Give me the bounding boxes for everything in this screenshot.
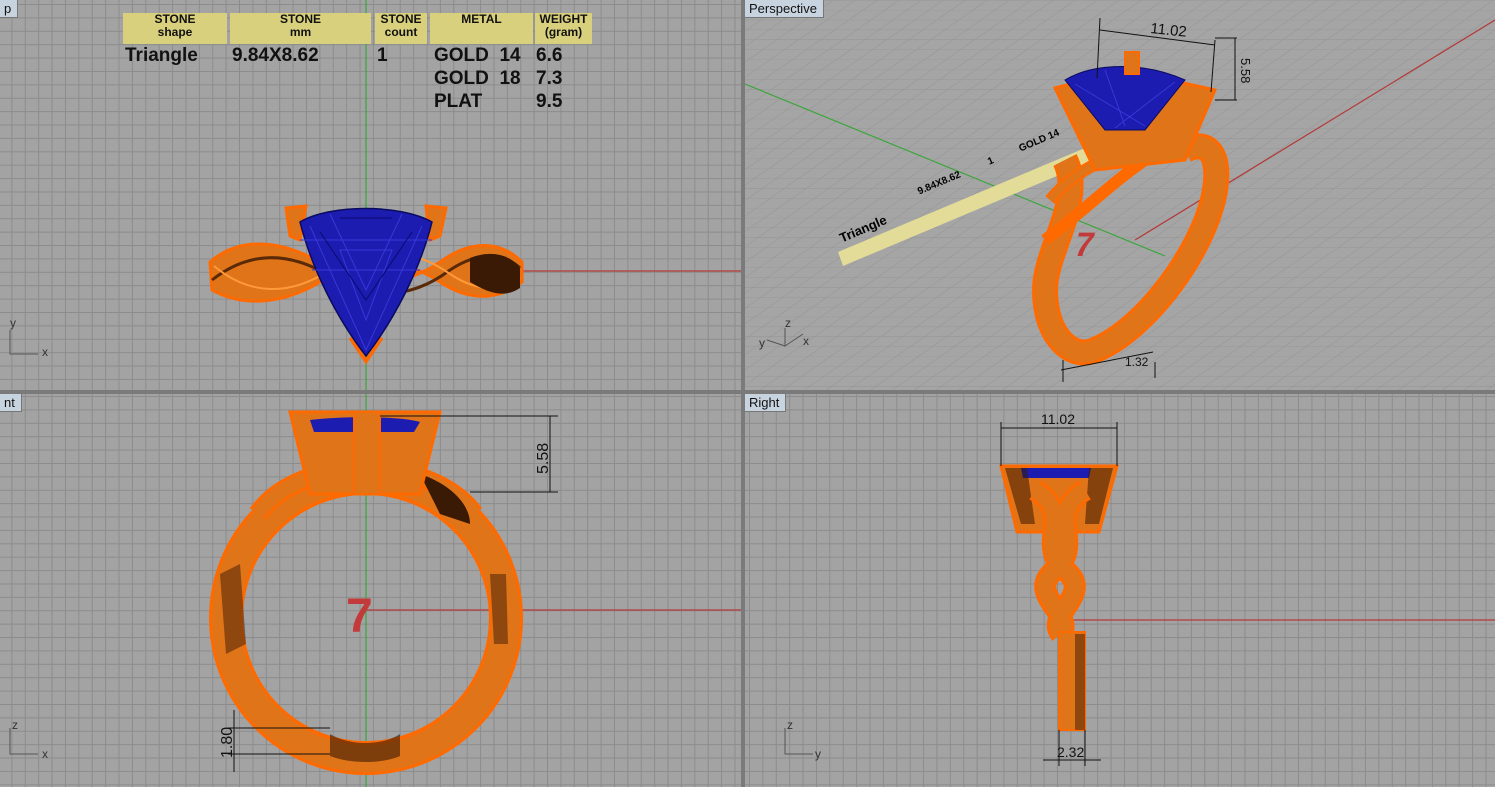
viewport-label-right[interactable]: Right — [745, 394, 787, 412]
viewport-label-front[interactable]: nt — [0, 394, 22, 412]
persp-axis-y: y — [759, 336, 765, 350]
value-metal-gold18: GOLD 18 — [434, 68, 521, 89]
header-stone-mm: STONE mm — [230, 13, 371, 44]
axis-label-x: x — [42, 345, 48, 359]
value-metal-gold14: GOLD 14 — [434, 45, 521, 66]
front-axis-x: x — [42, 747, 48, 761]
right-axis-y: y — [815, 747, 821, 761]
persp-axis-z: z — [785, 316, 791, 330]
viewport-top[interactable]: p y x STONE shape STONE mm STONE count M… — [0, 0, 741, 390]
persp-value-count: 1 — [986, 155, 996, 168]
right-view-canvas: 11.02 2.32 — [784, 411, 1495, 766]
value-stone-count: 1 — [377, 45, 388, 66]
value-stone-mm: 9.84X8.62 — [232, 45, 319, 66]
value-weight-gold14: 6.6 — [536, 45, 563, 66]
right-axis-z: z — [787, 718, 793, 732]
persp-axis-x: x — [803, 334, 809, 348]
front-dim-band-label: 1.80 — [219, 727, 236, 758]
viewport-front[interactable]: nt 5.58 1.80 7 z x — [0, 394, 741, 787]
viewport-perspective[interactable]: Perspective 11.02 5.58 1.32 7 z y x Tria… — [745, 0, 1495, 390]
right-dim-band-label: 2.32 — [1057, 744, 1084, 760]
viewport-label-top[interactable]: p — [0, 0, 19, 18]
viewport-right[interactable]: Right 11.02 2.32 z y — [745, 394, 1495, 787]
front-view-canvas: 5.58 1.80 7 — [9, 394, 741, 787]
persp-dim-height-label: 5.58 — [1238, 58, 1253, 83]
stone-right — [1021, 468, 1091, 478]
top-view-canvas — [9, 0, 741, 390]
center-prong-front — [353, 411, 381, 495]
axis-label-y: y — [10, 316, 16, 330]
header-stone-shape: STONE shape — [123, 13, 227, 44]
right-dim-width-label: 11.02 — [1041, 411, 1075, 427]
value-weight-gold18: 7.3 — [536, 68, 563, 89]
viewport-label-perspective[interactable]: Perspective — [745, 0, 824, 18]
header-weight: WEIGHT (gram) — [535, 13, 592, 44]
front-ring-size: 7 — [346, 590, 373, 643]
value-metal-plat: PLAT — [434, 91, 483, 112]
right-dim-width — [1000, 422, 1118, 466]
persp-value-metal: GOLD 14 — [1017, 127, 1062, 155]
header-stone-count: STONE count — [375, 13, 427, 44]
axis-indicator-top — [9, 330, 38, 355]
header-metal: METAL — [430, 13, 533, 44]
front-axis-z: z — [12, 718, 18, 732]
persp-dim-band-label: 1.32 — [1125, 355, 1149, 369]
value-weight-plat: 9.5 — [536, 91, 563, 112]
persp-value-mm: 9.84X8.62 — [916, 169, 963, 198]
front-dim-height-label: 5.58 — [535, 443, 552, 474]
value-stone-shape: Triangle — [125, 45, 198, 66]
